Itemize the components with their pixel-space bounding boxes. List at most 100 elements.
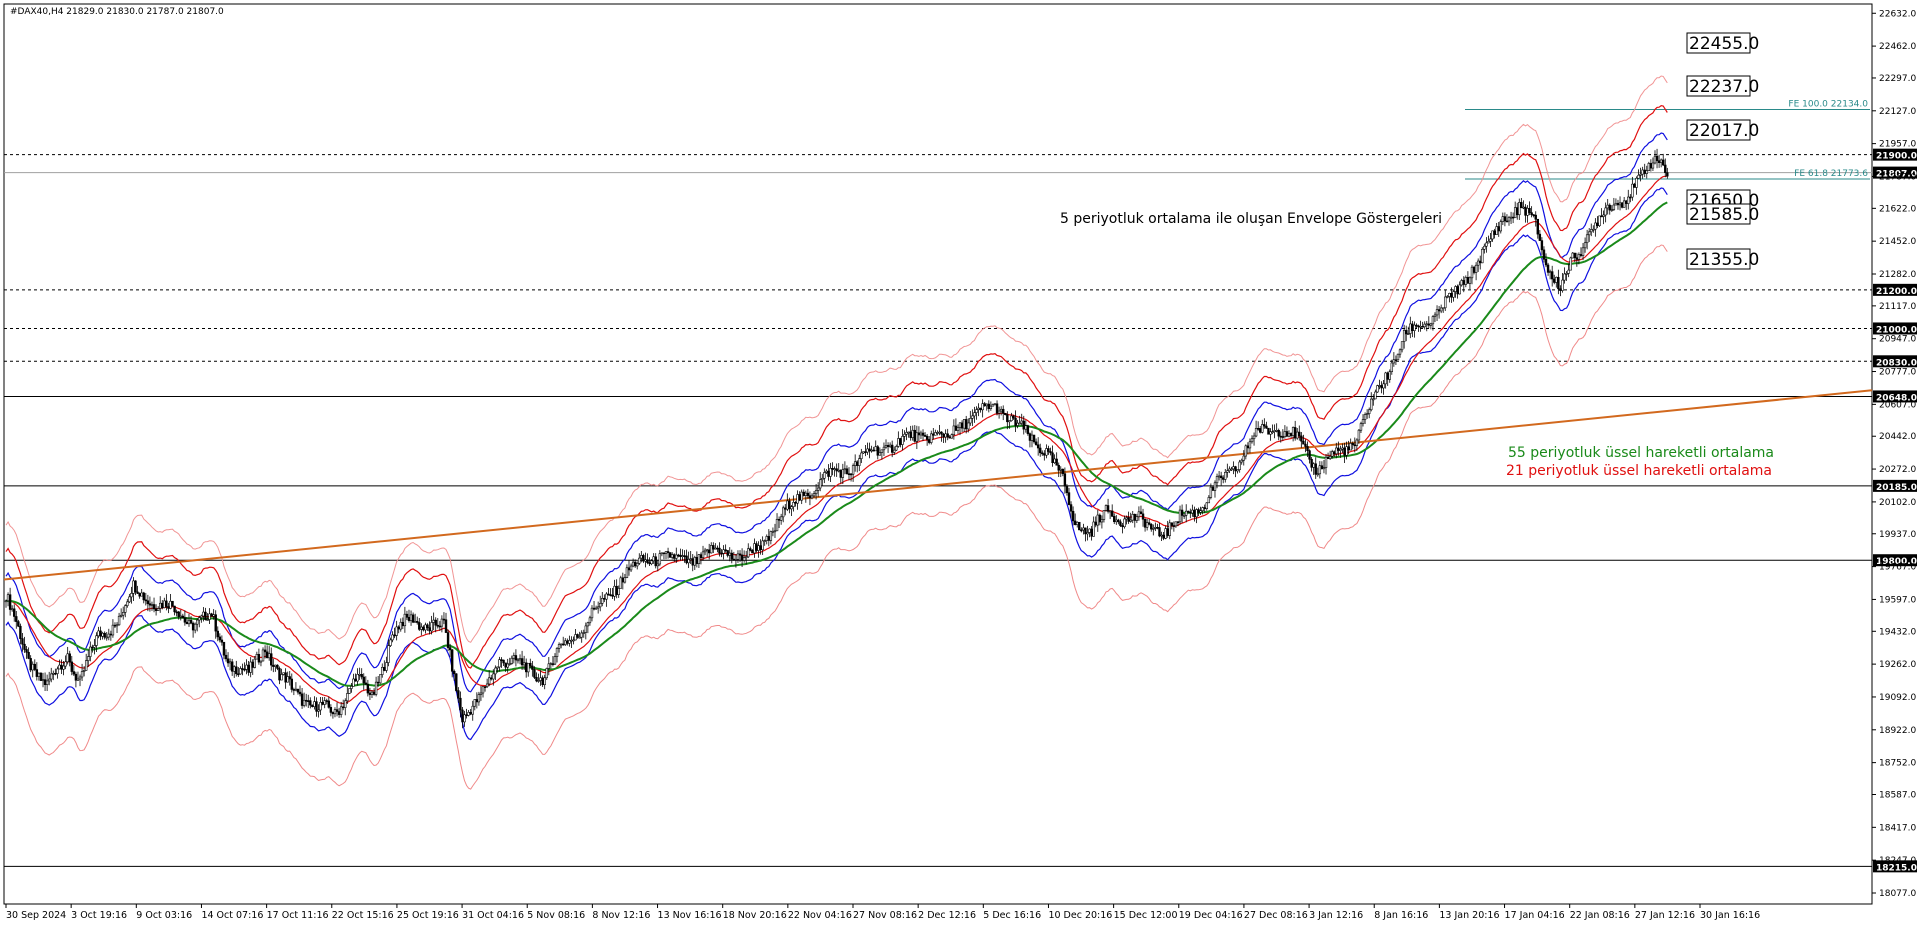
candle-body — [89, 646, 92, 657]
candle-body — [214, 614, 217, 632]
candle[interactable] — [1078, 521, 1081, 531]
y-tick-label: 21282.0 — [1879, 270, 1916, 280]
candle[interactable] — [1396, 353, 1400, 361]
candle-body — [370, 691, 374, 695]
candle[interactable] — [1647, 161, 1651, 172]
candle[interactable] — [668, 552, 672, 558]
candle-body — [438, 625, 442, 628]
candle-body — [1573, 252, 1577, 259]
chart-root: 21900.0 21807.0 21200.0 21000.0 20830.0 20648… — [0, 0, 1920, 927]
candle-body — [599, 603, 602, 608]
candle-body — [886, 445, 890, 447]
candle-body — [814, 490, 818, 495]
candle-body — [1666, 172, 1669, 177]
candle-body — [282, 672, 285, 675]
x-tick-label: 31 Oct 04:16 — [462, 910, 524, 921]
candle-body — [296, 688, 300, 693]
candle-body — [1147, 522, 1151, 525]
candle-body — [983, 403, 986, 407]
candle[interactable] — [1267, 427, 1270, 435]
candle-body — [1335, 447, 1338, 455]
candle-body — [1076, 521, 1079, 525]
candle-body — [171, 600, 174, 607]
y-tick-label: 19767.0 — [1879, 563, 1916, 573]
candle-body — [615, 585, 618, 595]
candle-body — [1287, 433, 1291, 437]
candle-body — [1411, 323, 1414, 331]
candle-body — [39, 672, 43, 681]
candle-body — [446, 632, 450, 648]
candle-body — [1407, 333, 1410, 335]
candle-body — [399, 621, 402, 630]
candle[interactable] — [348, 688, 351, 694]
candle-body — [940, 431, 943, 435]
candle-body — [1236, 469, 1239, 472]
candle-body — [1378, 385, 1381, 387]
candle-body — [469, 711, 472, 715]
candle-body — [819, 479, 822, 489]
candle-body — [237, 673, 240, 676]
candle-body — [677, 554, 680, 557]
candle[interactable] — [455, 673, 458, 693]
candle-body — [942, 433, 945, 438]
candle-body — [218, 636, 222, 641]
candle-body — [19, 625, 22, 639]
candle[interactable] — [39, 672, 43, 681]
candle-body — [1493, 230, 1496, 235]
candle-body — [6, 594, 10, 602]
candle[interactable] — [1569, 256, 1572, 271]
candle-body — [1386, 372, 1389, 380]
candle-body — [498, 659, 501, 668]
candle-body — [426, 624, 429, 628]
candle-body — [839, 469, 842, 478]
candle-body — [58, 664, 61, 670]
candle[interactable] — [1598, 215, 1601, 227]
candle-body — [179, 615, 182, 618]
candle-body — [962, 419, 966, 429]
candle-body — [847, 473, 851, 475]
candle-body — [923, 435, 927, 437]
candle[interactable] — [619, 575, 622, 589]
candle-body — [1429, 323, 1433, 326]
candle-body — [1548, 271, 1552, 273]
candle-body — [779, 516, 783, 521]
candle-body — [827, 470, 830, 477]
candle[interactable] — [1376, 384, 1379, 393]
candle[interactable] — [171, 600, 174, 607]
candle-body — [1596, 222, 1599, 227]
candle-body — [954, 425, 958, 431]
candle-body — [621, 577, 625, 583]
candle-body — [829, 467, 832, 477]
candle-body — [681, 555, 684, 557]
candle-body — [1413, 324, 1416, 331]
candle[interactable] — [379, 674, 382, 684]
candle-body — [327, 700, 331, 708]
candle[interactable] — [446, 629, 450, 652]
candle-body — [566, 640, 569, 644]
candle[interactable] — [1620, 201, 1624, 209]
price-chart[interactable]: 21900.021807.021200.021000.020830.020648… — [0, 0, 1920, 927]
candle-body — [1176, 521, 1180, 524]
candle[interactable] — [1104, 504, 1108, 512]
candle-body — [235, 666, 238, 675]
candle-body — [627, 567, 631, 571]
candle[interactable] — [1481, 247, 1484, 264]
fibonacci-label: FE 61.8 21773.6 — [1794, 169, 1868, 179]
candle-body — [851, 465, 855, 475]
candle-body — [142, 592, 145, 601]
candle-body — [1304, 443, 1307, 447]
candle-body — [337, 711, 341, 715]
candle-body — [259, 660, 263, 663]
candle-body — [1230, 468, 1233, 471]
candle-body — [99, 630, 102, 637]
candle-body — [720, 552, 723, 555]
candle-body — [535, 677, 538, 682]
candle-body — [601, 598, 604, 604]
candle-body — [1219, 475, 1223, 479]
candle-body — [169, 600, 172, 609]
candle-body — [1421, 326, 1424, 328]
candle-body — [751, 550, 754, 554]
candle[interactable] — [1571, 251, 1574, 259]
candle-body — [710, 545, 713, 554]
candle-body — [629, 565, 633, 571]
